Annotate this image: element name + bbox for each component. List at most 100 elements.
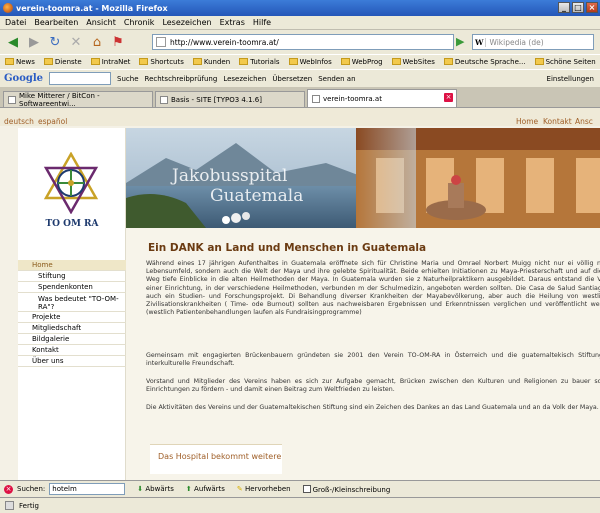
menu-datei[interactable]: Datei xyxy=(5,18,26,27)
bookmark-kunden[interactable]: Kunden xyxy=(192,58,230,66)
tab-verein-toomra[interactable]: verein-toomra.at × xyxy=(307,89,457,107)
toomra-logo[interactable] xyxy=(40,152,102,214)
bookmark-shortcuts[interactable]: Shortcuts xyxy=(139,58,184,66)
logo-text: TO OM RA xyxy=(45,219,99,229)
search-placeholder: Wikipedia (de) xyxy=(489,37,544,47)
find-down-button[interactable]: ⬇ Abwärts xyxy=(137,485,174,493)
tab-favicon xyxy=(160,95,168,104)
folder-icon xyxy=(139,58,149,65)
bookmark-websites[interactable]: WebSites xyxy=(391,58,435,66)
folder-icon xyxy=(90,58,100,65)
google-translate-button[interactable]: Übersetzen xyxy=(272,75,312,83)
find-input[interactable] xyxy=(49,483,126,495)
wikipedia-icon[interactable]: W xyxy=(473,37,487,47)
header-banner: Jakobusspital Guatemala xyxy=(126,128,600,228)
maximize-button[interactable]: □ xyxy=(572,2,584,13)
language-bar: deutsch español Home Kontakt Ansc xyxy=(0,108,600,126)
topnav-ansicht-link[interactable]: Ansc xyxy=(575,117,593,126)
highlight-button[interactable]: ✎ Hervorheben xyxy=(237,485,291,493)
folder-icon xyxy=(239,58,249,65)
bookmark-icon[interactable]: ⚑ xyxy=(109,33,127,51)
sidebar-item-ueber-uns[interactable]: Über uns xyxy=(18,356,126,367)
menu-extras[interactable]: Extras xyxy=(220,18,245,27)
activities-paragraph: Die Aktivitäten des Vereins und der Guat… xyxy=(146,404,599,411)
sidebar-item-kontakt[interactable]: Kontakt xyxy=(18,345,126,356)
google-logo[interactable]: Google xyxy=(4,73,43,84)
highlight-icon: ✎ xyxy=(236,485,243,493)
home-icon[interactable]: ⌂ xyxy=(88,33,106,51)
folder-icon xyxy=(443,58,453,65)
navigation-toolbar: ◀ ▶ ↻ ✕ ⌂ ⚑ http://www.verein-toomra.at/… xyxy=(0,30,600,54)
bookmark-deutsche-sprache[interactable]: Deutsche Sprache... xyxy=(443,58,526,66)
lang-espanol-link[interactable]: español xyxy=(38,117,67,126)
bookmark-webinfos[interactable]: WebInfos xyxy=(288,58,332,66)
window-titlebar: verein-toomra.at - Mozilla Firefox _ □ × xyxy=(0,0,600,16)
folder-icon xyxy=(43,58,53,65)
sidebar-item-stiftung[interactable]: Stiftung xyxy=(18,271,126,282)
bookmark-intranet[interactable]: IntraNet xyxy=(90,58,130,66)
founding-paragraph: Gemeinsam mit engagierten Brückenbauern … xyxy=(146,352,600,368)
google-search-button[interactable]: Suche xyxy=(117,75,138,83)
header-title-line2: Guatemala xyxy=(210,186,304,206)
menu-ansicht[interactable]: Ansicht xyxy=(86,18,116,27)
tab-mike-mitterer[interactable]: Mike Mitterer / BitCon - Softwareentwi..… xyxy=(3,91,153,108)
sidebar: TO OM RA Home Stiftung Spendenkonten Was… xyxy=(18,128,126,480)
lang-deutsch-link[interactable]: deutsch xyxy=(4,117,34,126)
topnav-kontakt-link[interactable]: Kontakt xyxy=(543,117,572,126)
sidebar-item-projekte[interactable]: Projekte xyxy=(18,312,126,323)
go-icon[interactable]: ▶ xyxy=(456,35,464,48)
window-title: verein-toomra.at - Mozilla Firefox xyxy=(16,3,168,13)
sidebar-item-bildgalerie[interactable]: Bildgalerie xyxy=(18,334,126,345)
bookmark-tutorials[interactable]: Tutorials xyxy=(239,58,280,66)
back-icon[interactable]: ◀ xyxy=(4,33,22,51)
tab-favicon xyxy=(8,95,16,104)
close-find-icon[interactable]: × xyxy=(4,484,13,494)
folder-icon xyxy=(288,58,298,65)
intro-paragraph: Während eines 17 jährigen Aufenthaltes i… xyxy=(146,260,600,317)
menu-lesezeichen[interactable]: Lesezeichen xyxy=(162,18,211,27)
menu-bearbeiten[interactable]: Bearbeiten xyxy=(34,18,78,27)
sidebar-item-home[interactable]: Home xyxy=(18,260,126,271)
bookmark-news[interactable]: News xyxy=(5,58,35,66)
folder-icon xyxy=(192,58,202,65)
sidebar-item-spendenkonten[interactable]: Spendenkonten xyxy=(18,282,126,293)
news-box[interactable]: Das Hospital bekommt weitere xyxy=(150,444,282,474)
minimize-button[interactable]: _ xyxy=(558,2,570,13)
status-bar: Fertig xyxy=(0,497,600,513)
case-checkbox[interactable]: Groß-/Kleinschreibung xyxy=(302,484,390,494)
google-settings-button[interactable]: Einstellungen xyxy=(547,75,594,83)
url-bar[interactable]: http://www.verein-toomra.at/ xyxy=(152,34,454,50)
header-title-line1: Jakobusspital xyxy=(172,166,288,186)
news-box-title[interactable]: Das Hospital bekommt weitere xyxy=(158,452,281,461)
menu-hilfe[interactable]: Hilfe xyxy=(253,18,271,27)
close-window-button[interactable]: × xyxy=(586,2,598,13)
folder-icon xyxy=(5,58,14,65)
google-toolbar: Google Suche Rechtschreibprüfung Lesezei… xyxy=(0,69,600,87)
folder-icon xyxy=(340,58,350,65)
google-send-button[interactable]: Senden an xyxy=(318,75,355,83)
find-up-button[interactable]: ⬆ Aufwärts xyxy=(186,485,225,493)
folder-icon xyxy=(534,58,544,65)
bookmark-webprog[interactable]: WebProg xyxy=(340,58,383,66)
bookmark-schoene-seiten[interactable]: Schöne Seiten xyxy=(534,58,596,66)
tab-typo3[interactable]: Basis - SITE [TYPO3 4.1.6] xyxy=(155,91,305,107)
topnav-home-link[interactable]: Home xyxy=(516,117,538,126)
forward-icon[interactable]: ▶ xyxy=(25,33,43,51)
google-bookmarks-button[interactable]: Lesezeichen xyxy=(223,75,266,83)
checkbox-icon[interactable] xyxy=(302,484,311,493)
sidebar-item-was-bedeutet[interactable]: Was bedeutet "TO-OM-RA"? xyxy=(18,293,126,312)
close-tab-icon[interactable]: × xyxy=(444,93,453,102)
page-viewport: deutsch español Home Kontakt Ansc TO OM … xyxy=(0,107,600,480)
sidebar-menu: Home Stiftung Spendenkonten Was bedeutet… xyxy=(18,260,126,367)
stop-icon[interactable]: ✕ xyxy=(67,33,85,51)
google-search-input[interactable] xyxy=(49,72,112,85)
search-box[interactable]: W Wikipedia (de) xyxy=(472,34,594,50)
google-spell-button[interactable]: Rechtschreibprüfung xyxy=(145,75,218,83)
firefox-icon xyxy=(3,3,13,13)
bookmark-dienste[interactable]: Dienste xyxy=(43,58,82,66)
sidebar-item-mitgliedschaft[interactable]: Mitgliedschaft xyxy=(18,323,126,334)
find-label: Suchen: xyxy=(17,485,46,493)
menu-chronik[interactable]: Chronik xyxy=(124,18,155,27)
find-bar: × Suchen: ⬇ Abwärts ⬆ Aufwärts ✎ Hervorh… xyxy=(0,480,600,497)
reload-icon[interactable]: ↻ xyxy=(46,33,64,51)
